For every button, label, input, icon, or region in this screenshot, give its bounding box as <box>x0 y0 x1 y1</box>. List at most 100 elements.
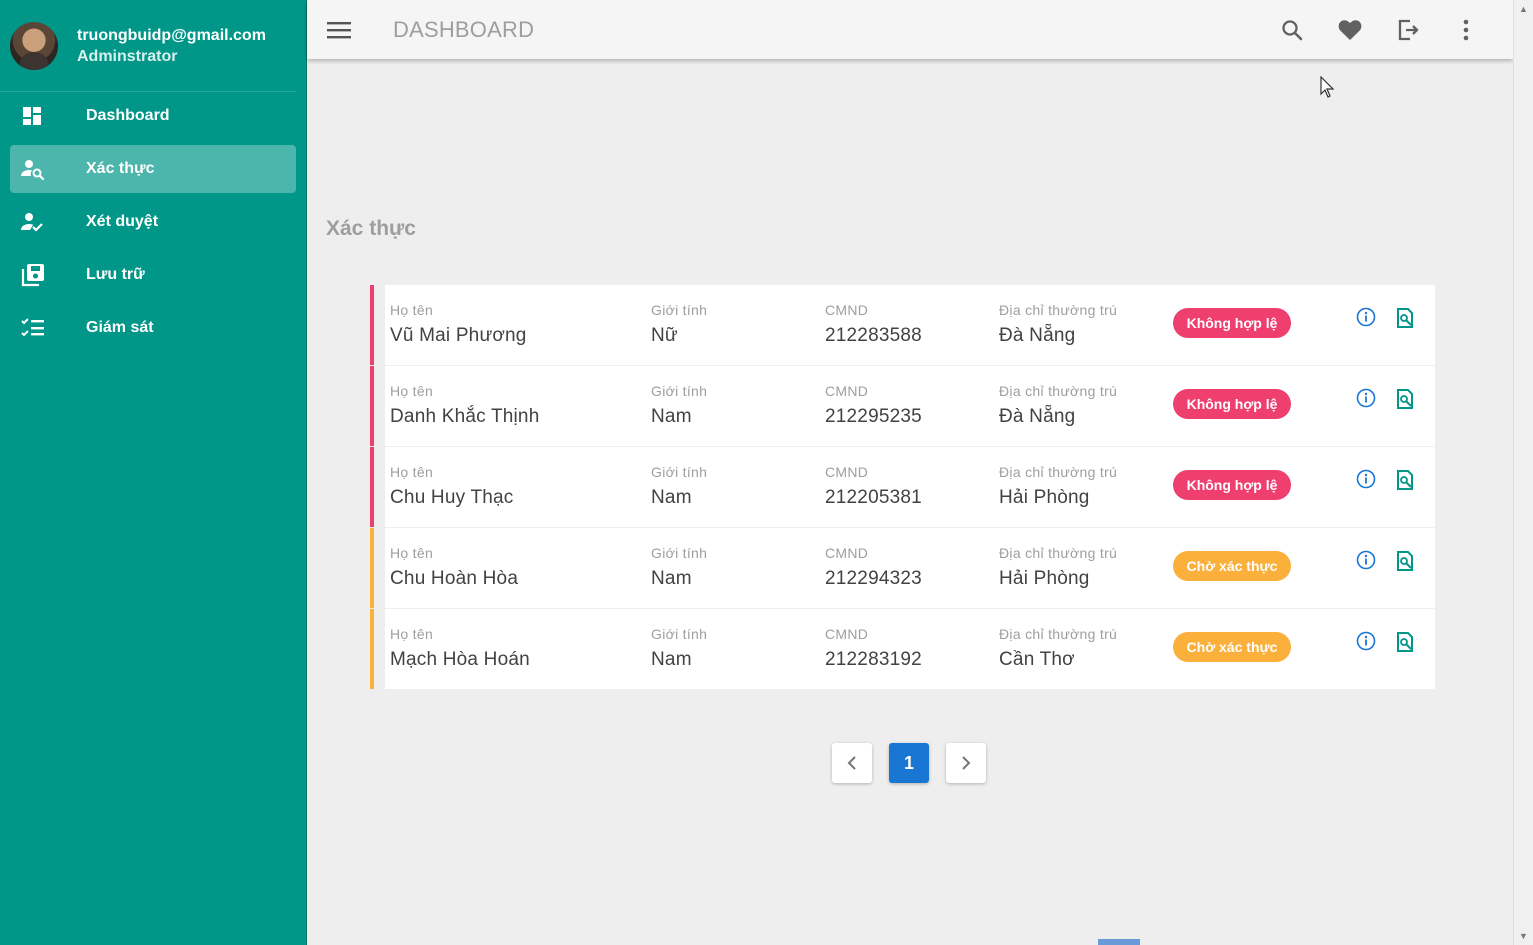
heart-icon[interactable] <box>1321 18 1379 42</box>
id-label: CMND <box>825 383 869 399</box>
address-value: Đà Nẵng <box>999 406 1076 427</box>
document-search-icon[interactable] <box>1395 469 1415 496</box>
info-icon[interactable] <box>1356 631 1376 656</box>
gender-label: Giới tính <box>651 545 708 561</box>
gender-label: Giới tính <box>651 626 708 642</box>
document-search-icon[interactable] <box>1395 631 1415 658</box>
address-label: Địa chỉ thường trú <box>999 626 1118 642</box>
name-label: Họ tên <box>390 383 434 399</box>
search-icon[interactable] <box>1263 18 1321 42</box>
gender-value: Nữ <box>651 325 678 346</box>
prev-page-button[interactable] <box>832 743 872 783</box>
dashboard-icon <box>10 104 58 128</box>
logout-icon[interactable] <box>1379 18 1437 42</box>
chevron-right-icon <box>962 756 971 770</box>
user-profile: truongbuidp@gmail.com Adminstrator <box>0 0 296 92</box>
info-icon[interactable] <box>1356 307 1376 332</box>
sidebar-item-xet-duyet[interactable]: Xét duyệt <box>10 198 296 246</box>
status-badge[interactable]: Không hợp lệ <box>1173 470 1291 500</box>
mouse-cursor-icon <box>1320 75 1335 103</box>
sidebar-item-dashboard[interactable]: Dashboard <box>10 92 296 140</box>
id-value: 212283588 <box>825 325 922 346</box>
sidebar-item-luu-tru[interactable]: Lưu trữ <box>10 251 296 299</box>
address-value: Cần Thơ <box>999 649 1075 670</box>
next-page-button[interactable] <box>946 743 986 783</box>
gender-label: Giới tính <box>651 383 708 399</box>
scroll-down-icon[interactable]: ▼ <box>1519 931 1528 941</box>
address-label: Địa chỉ thường trú <box>999 545 1118 561</box>
sidebar-item-label: Dashboard <box>86 107 170 124</box>
archive-icon <box>10 262 58 288</box>
gender-label: Giới tính <box>651 464 708 480</box>
document-search-icon[interactable] <box>1395 550 1415 577</box>
page-button-1[interactable]: 1 <box>889 743 929 783</box>
gender-value: Nam <box>651 406 692 427</box>
sidebar-item-label: Lưu trữ <box>86 266 145 283</box>
menu-icon[interactable] <box>327 21 361 39</box>
document-search-icon[interactable] <box>1395 307 1415 334</box>
gender-value: Nam <box>651 568 692 589</box>
vertical-scrollbar[interactable]: ▲ ▼ <box>1513 0 1533 945</box>
table-row: Họ tên Chu Hoàn Hòa Giới tính Nam CMND 2122… <box>370 528 1435 608</box>
sidebar-item-xac-thuc[interactable]: Xác thực <box>10 145 296 193</box>
section-title: Xác thực <box>326 217 416 240</box>
gender-value: Nam <box>651 649 692 670</box>
id-value: 212205381 <box>825 487 922 508</box>
name-label: Họ tên <box>390 464 434 480</box>
info-icon[interactable] <box>1356 550 1376 575</box>
name-value: Mạch Hòa Hoán <box>390 649 530 670</box>
scroll-up-icon[interactable]: ▲ <box>1519 4 1528 14</box>
info-icon[interactable] <box>1356 469 1376 494</box>
table-row: Họ tên Chu Huy Thạc Giới tính Nam CMND 2122… <box>370 447 1435 527</box>
document-search-icon[interactable] <box>1395 388 1415 415</box>
name-label: Họ tên <box>390 545 434 561</box>
address-value: Hải Phòng <box>999 487 1090 508</box>
more-vert-icon[interactable] <box>1437 19 1495 41</box>
id-label: CMND <box>825 464 869 480</box>
status-badge[interactable]: Không hợp lệ <box>1173 308 1291 338</box>
id-value: 212295235 <box>825 406 922 427</box>
address-label: Địa chỉ thường trú <box>999 383 1118 399</box>
id-label: CMND <box>825 302 869 318</box>
name-value: Vũ Mai Phương <box>390 325 527 346</box>
id-value: 212294323 <box>825 568 922 589</box>
id-label: CMND <box>825 626 869 642</box>
id-value: 212283192 <box>825 649 922 670</box>
user-search-icon <box>10 157 58 181</box>
name-value: Chu Huy Thạc <box>390 487 514 508</box>
chevron-left-icon <box>847 756 856 770</box>
address-value: Hải Phòng <box>999 568 1090 589</box>
info-icon[interactable] <box>1356 388 1376 413</box>
sidebar-item-label: Xét duyệt <box>86 213 159 230</box>
user-email: truongbuidp@gmail.com <box>77 26 266 44</box>
name-label: Họ tên <box>390 626 434 642</box>
table-row: Họ tên Mạch Hòa Hoán Giới tính Nam CMND 212… <box>370 609 1435 689</box>
sidebar-item-label: Giám sát <box>86 319 154 336</box>
top-app-bar: DASHBOARD <box>307 0 1513 59</box>
checklist-icon <box>10 317 58 339</box>
pagination: 1 <box>832 743 986 783</box>
name-label: Họ tên <box>390 302 434 318</box>
name-value: Danh Khắc Thịnh <box>390 406 540 427</box>
status-badge[interactable]: Chờ xác thực <box>1173 632 1291 662</box>
avatar[interactable] <box>10 21 58 70</box>
address-label: Địa chỉ thường trú <box>999 464 1118 480</box>
address-value: Đà Nẵng <box>999 325 1076 346</box>
status-badge[interactable]: Chờ xác thực <box>1173 551 1291 581</box>
table-row: Họ tên Vũ Mai Phương Giới tính Nữ CMND 2122… <box>370 285 1435 365</box>
user-role: Adminstrator <box>77 47 178 65</box>
table-row: Họ tên Danh Khắc Thịnh Giới tính Nam CMND 2… <box>370 366 1435 446</box>
address-label: Địa chỉ thường trú <box>999 302 1118 318</box>
horizontal-scrollbar-thumb[interactable] <box>1098 939 1140 945</box>
page-title: DASHBOARD <box>393 16 535 42</box>
sidebar-item-label: Xác thực <box>86 160 155 177</box>
status-badge[interactable]: Không hợp lệ <box>1173 389 1291 419</box>
id-label: CMND <box>825 545 869 561</box>
gender-value: Nam <box>651 487 692 508</box>
verification-list: Họ tên Vũ Mai Phương Giới tính Nữ CMND 2122… <box>370 285 1435 690</box>
sidebar: truongbuidp@gmail.com Adminstrator Dashb… <box>0 0 307 945</box>
sidebar-item-giam-sat[interactable]: Giám sát <box>10 304 296 352</box>
user-check-icon <box>10 210 58 234</box>
name-value: Chu Hoàn Hòa <box>390 568 519 589</box>
sidebar-nav: Dashboard Xác thực Xét duyệt Lưu trữ Giá… <box>0 92 306 352</box>
